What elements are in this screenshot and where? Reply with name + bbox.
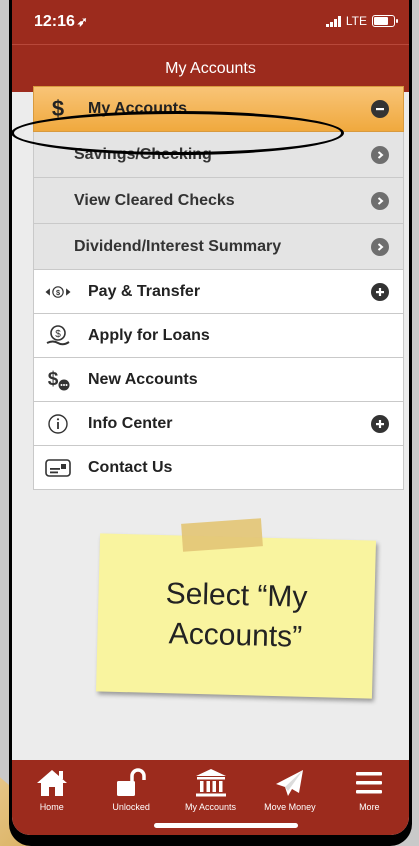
menu-icon <box>356 772 383 794</box>
tab-home[interactable]: Home <box>12 760 91 835</box>
bank-icon <box>195 769 226 797</box>
chevron-right-icon <box>371 237 389 256</box>
page-title: My Accounts <box>165 60 256 77</box>
submenu-item-view-cleared-checks[interactable]: View Cleared Checks <box>33 178 404 224</box>
expand-icon[interactable] <box>371 414 389 433</box>
tab-label: Unlocked <box>112 802 150 812</box>
menu-item-contact-us[interactable]: Contact Us <box>33 446 404 490</box>
contact-card-icon <box>44 458 72 477</box>
loan-hand-icon: $ <box>44 324 72 348</box>
paper-plane-icon <box>275 770 303 796</box>
menu-item-new-accounts[interactable]: $ New Accounts <box>33 358 404 402</box>
home-indicator[interactable] <box>154 823 298 828</box>
menu-item-apply-loans[interactable]: $ Apply for Loans <box>33 314 404 358</box>
submenu-item-label: View Cleared Checks <box>74 191 235 209</box>
unlock-icon <box>117 768 146 796</box>
sticky-note-body: Select “My Accounts” <box>95 533 377 699</box>
submenu-item-savings-checking[interactable]: Savings/Checking <box>33 132 404 178</box>
menu-item-label: Pay & Transfer <box>88 282 201 300</box>
tab-more[interactable]: More <box>330 760 409 835</box>
sticky-note: Select “My Accounts” <box>95 518 378 703</box>
menu-item-label: My Accounts <box>88 100 187 117</box>
menu-item-my-accounts[interactable]: $ My Accounts <box>33 86 404 132</box>
submenu-item-label: Savings/Checking <box>74 145 212 163</box>
battery-icon <box>372 15 398 27</box>
svg-text:$: $ <box>48 369 59 390</box>
menu-item-label: New Accounts <box>88 370 198 388</box>
status-bar: 12:16 ➶ LTE <box>12 0 409 44</box>
expand-icon[interactable] <box>371 282 389 301</box>
info-icon <box>44 413 72 435</box>
menu-item-label: Info Center <box>88 414 173 432</box>
new-account-icon: $ <box>44 368 72 392</box>
chevron-right-icon <box>371 191 389 210</box>
tab-label: More <box>359 802 380 812</box>
status-indicators: LTE <box>325 14 398 28</box>
submenu-item-label: Dividend/Interest Summary <box>74 237 282 255</box>
location-arrow-icon: ➶ <box>76 14 88 29</box>
status-time: 12:16 ➶ <box>34 13 88 30</box>
tab-label: My Accounts <box>185 802 237 812</box>
dollar-icon: $ <box>51 96 65 121</box>
menu-item-info-center[interactable]: Info Center <box>33 402 404 446</box>
nav-bar: My Accounts <box>12 44 409 92</box>
phone-frame: 12:16 ➶ LTE My Accounts $ My Accounts Sa… <box>9 0 412 846</box>
submenu-item-dividend-interest-summary[interactable]: Dividend/Interest Summary <box>33 224 404 270</box>
chevron-right-icon <box>371 145 389 164</box>
tape-strip <box>181 518 263 552</box>
menu-item-label: Apply for Loans <box>88 326 210 344</box>
app-screen: 12:16 ➶ LTE My Accounts $ My Accounts Sa… <box>12 0 409 835</box>
tab-label: Home <box>39 802 64 812</box>
svg-text:$: $ <box>55 329 61 340</box>
menu-item-label: Contact Us <box>88 458 173 476</box>
collapse-icon[interactable] <box>371 100 389 118</box>
signal-icon <box>325 15 341 27</box>
main-menu: $ My Accounts Savings/Checking View Clea… <box>33 86 404 490</box>
menu-item-pay-transfer[interactable]: $ Pay & Transfer <box>33 270 404 314</box>
home-icon <box>36 770 67 796</box>
svg-text:$: $ <box>56 287 60 296</box>
money-transfer-icon: $ <box>44 283 72 301</box>
sticky-note-text: Select “My Accounts” <box>165 577 308 654</box>
tab-label: Move Money <box>264 802 316 812</box>
network-label: LTE <box>345 14 367 28</box>
